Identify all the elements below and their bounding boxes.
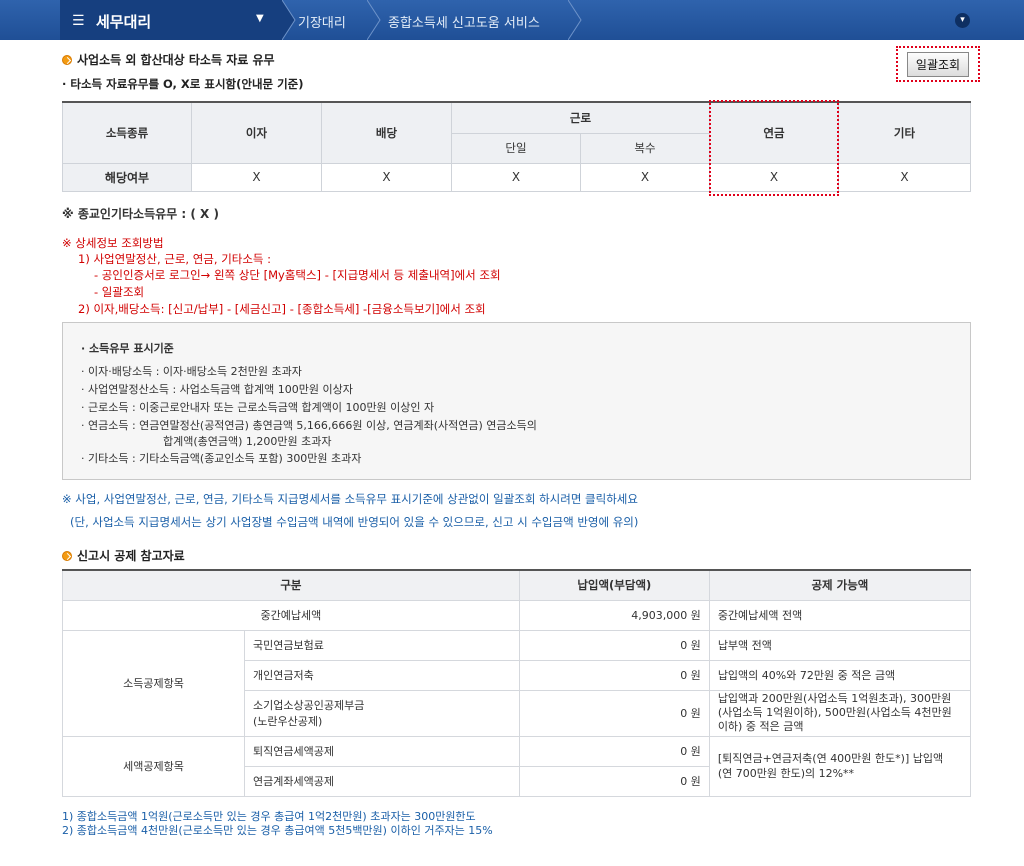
pension-account-label: 연금계좌세액공제 <box>244 765 520 797</box>
header-paid-amount: 납입액(부담액) <box>518 569 710 601</box>
religious-income-note: ※ 종교인기타소득유무 : ( X ) <box>62 207 219 221</box>
income-deduction-group: 소득공제항목 <box>62 629 245 737</box>
app-title: 세무대리 <box>96 13 152 31</box>
detail-lookup-step1a: - 공인인증서로 로그인→ 왼쪽 상단 [My홈택스] - [지급명세서 등 제… <box>94 268 501 282</box>
bulk-lookup-note[interactable]: ※ 사업, 사업연말정산, 근로, 연금, 기타소득 지급명세서를 소득유무 표… <box>62 491 638 507</box>
header-category: 구분 <box>62 569 520 601</box>
income-type-table: 소득종류 이자 배당 근로 연금 기타 단일 복수 해당여부 X X X X X… <box>62 101 971 192</box>
tax-credit-desc: [퇴직연금+연금저축(연 400만원 한도*)] 납입액 (연 700만원 한도)… <box>708 735 972 797</box>
criteria-item-pension: · 연금소득 : 연금연말정산(공적연금) 총연금액 5,166,666원 이상… <box>81 419 537 432</box>
criteria-item-interest-dividend: · 이자·배당소득 : 이자·배당소득 2천만원 초과자 <box>81 365 302 378</box>
retirement-pension-amount: 0 원 <box>518 735 710 767</box>
criteria-item-labor: · 근로소득 : 이중근로안내자 또는 근로소득금액 합계액이 100만원 이상… <box>81 401 435 414</box>
table-row: 소득공제항목 국민연금보험료 0 원 납부액 전액 <box>62 629 972 737</box>
table-row: 세액공제항목 퇴직연금세액공제 0 원 [퇴직연금+연금저축(연 400만원 한… <box>62 735 972 797</box>
header-other: 기타 <box>838 101 971 164</box>
value-interest: X <box>191 162 322 192</box>
income-criteria-box: · 소득유무 표시기준 · 이자·배당소득 : 이자·배당소득 2천만원 초과자… <box>62 322 971 480</box>
header-income-type: 소득종류 <box>62 101 192 164</box>
header-interest: 이자 <box>191 101 322 164</box>
header-dividend: 배당 <box>321 101 452 164</box>
pension-account-amount: 0 원 <box>518 765 710 797</box>
detail-lookup-step1b: - 일괄조회 <box>94 285 145 299</box>
national-pension-desc: 납부액 전액 <box>708 629 972 661</box>
bulk-lookup-highlight: 일괄조회 <box>896 46 980 82</box>
breadcrumb-separator-icon <box>282 0 296 40</box>
value-labor-single: X <box>451 162 581 192</box>
interim-label: 중간예납세액 <box>62 599 520 631</box>
deduction-table: 구분 납입액(부담액) 공제 가능액 중간예납세액 4,903,000 원 중간… <box>62 569 972 797</box>
breadcrumb-item-income-tax-service[interactable]: 종합소득세 신고도움 서비스 <box>388 12 540 31</box>
yellow-umbrella-amount: 0 원 <box>518 689 710 737</box>
criteria-title: · 소득유무 표시기준 <box>81 342 174 355</box>
value-pension: X <box>709 162 839 192</box>
chevron-down-circle-icon[interactable]: ▾ <box>955 13 970 28</box>
retirement-pension-label: 퇴직연금세액공제 <box>244 735 520 767</box>
personal-pension-amount: 0 원 <box>518 659 710 691</box>
national-pension-amount: 0 원 <box>518 629 710 661</box>
criteria-item-business-settlement: · 사업연말정산소득 : 사업소득금액 합계액 100만원 이상자 <box>81 383 353 396</box>
bulk-lookup-button[interactable]: 일괄조회 <box>906 51 970 77</box>
bullet-arrow-icon <box>62 55 72 65</box>
personal-pension-label: 개인연금저축 <box>244 659 520 691</box>
yellow-umbrella-desc: 납입액과 200만원(사업소득 1억원초과), 300만원 (사업소득 1억원이하… <box>708 689 972 737</box>
header-deductible: 공제 가능액 <box>708 569 972 601</box>
interim-amount: 4,903,000 원 <box>518 599 710 631</box>
value-dividend: X <box>321 162 452 192</box>
breadcrumb-separator-icon <box>367 0 381 40</box>
top-nav-bar: ☰ 세무대리 ▼ 기장대리 종합소득세 신고도움 서비스 ▾ <box>0 0 1024 40</box>
value-other: X <box>838 162 971 192</box>
section-title-deduction: 신고시 공제 참고자료 <box>62 547 185 564</box>
bulk-lookup-caution: (단, 사업소득 지급명세서는 상기 사업장별 수입금액 내역에 반영되어 있을… <box>70 515 639 529</box>
header-pension: 연금 <box>709 101 839 164</box>
dropdown-arrow-icon[interactable]: ▼ <box>256 13 264 24</box>
subtitle-ox-note: · 타소득 자료유무를 O, X로 표시함(안내문 기준) <box>62 77 304 91</box>
detail-lookup-step1: 1) 사업연말정산, 근로, 연금, 기타소득 : <box>78 252 272 266</box>
tax-credit-group: 세액공제항목 <box>62 735 245 797</box>
row-label-applicable: 해당여부 <box>62 162 192 192</box>
breadcrumb-separator-icon <box>568 0 582 40</box>
header-labor-single: 단일 <box>451 132 581 164</box>
yellow-umbrella-label: 소기업소상공인공제부금 (노란우산공제) <box>244 689 520 737</box>
criteria-item-other: · 기타소득 : 기타소득금액(종교인소득 포함) 300만원 초과자 <box>81 452 362 465</box>
detail-lookup-step2: 2) 이자,배당소득: [신고/납부] - [세금신고] - [종합소득세] -… <box>78 302 486 316</box>
header-labor: 근로 <box>451 101 710 134</box>
national-pension-label: 국민연금보험료 <box>244 629 520 661</box>
header-labor-multi: 복수 <box>580 132 710 164</box>
hamburger-menu-icon[interactable]: ☰ <box>72 13 85 29</box>
app-menu[interactable]: ☰ 세무대리 ▼ <box>60 0 282 40</box>
bullet-arrow-icon <box>62 551 72 561</box>
personal-pension-desc: 납입액의 40%와 72만원 중 적은 금액 <box>708 659 972 691</box>
footnote-2: 2) 종합소득금액 4천만원(근로소득만 있는 경우 총급여액 5천5백만원) … <box>62 824 493 837</box>
breadcrumb-item-bookkeeping[interactable]: 기장대리 <box>298 12 346 31</box>
section-title-other-income: 사업소득 외 합산대상 타소득 자료 유무 <box>62 51 275 68</box>
detail-lookup-heading: ※ 상세정보 조회방법 <box>62 236 164 250</box>
interim-desc: 중간예납세액 전액 <box>708 599 972 631</box>
criteria-item-pension-cont: 합계액(총연금액) 1,200만원 초과자 <box>163 435 332 448</box>
table-row: 중간예납세액 4,903,000 원 중간예납세액 전액 <box>62 599 972 631</box>
value-labor-multi: X <box>580 162 710 192</box>
